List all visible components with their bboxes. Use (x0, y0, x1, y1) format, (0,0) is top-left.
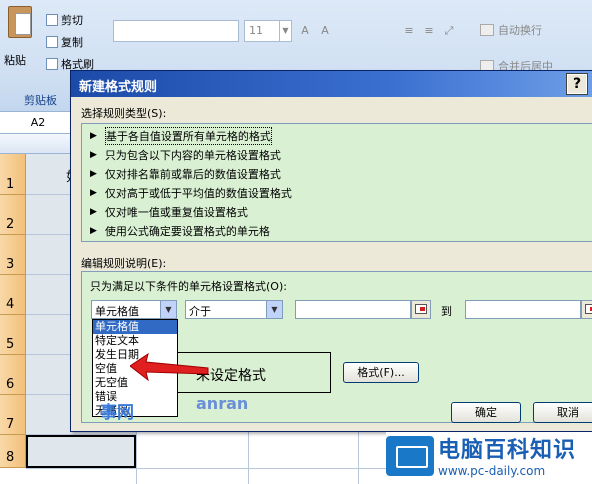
align-left-icon[interactable]: ≡ (400, 20, 418, 42)
grow-font-icon[interactable]: A (296, 20, 314, 42)
row-number: 7 (6, 417, 15, 432)
range-select-icon (415, 304, 427, 314)
brand-url: www.pc-daily.com (438, 464, 546, 478)
row-number: 8 (6, 450, 15, 465)
row-number: 4 (6, 297, 15, 312)
name-box[interactable]: A2 (0, 114, 76, 132)
row-header-8[interactable]: 8 (0, 435, 26, 468)
help-icon[interactable]: ? (566, 73, 588, 95)
rule-type-list[interactable]: ▶ 基于各自值设置所有单元格的格式 ▶ 只为包含以下内容的单元格设置格式 ▶ 仅… (81, 123, 592, 242)
brush-icon (46, 58, 58, 70)
triangle-right-icon: ▶ (90, 149, 97, 160)
triangle-right-icon: ▶ (90, 168, 97, 179)
rule-type-text: 仅对高于或低于平均值的数值设置格式 (104, 186, 292, 200)
row-header-6[interactable]: 6 (0, 355, 26, 395)
chevron-down-icon[interactable]: ▼ (279, 21, 291, 41)
copy-icon (46, 36, 58, 48)
wrap-text-label: 自动换行 (498, 24, 542, 37)
chevron-down-icon[interactable]: ▼ (160, 301, 176, 318)
rule-type-text: 只为包含以下内容的单元格设置格式 (104, 148, 281, 162)
format-button[interactable]: 格式(F)... (343, 362, 419, 383)
operator-value: 介于 (189, 305, 211, 318)
scissors-icon (46, 14, 58, 26)
font-name-box[interactable] (113, 20, 239, 42)
watermark-text: 事网 (100, 403, 134, 423)
align-center-icon[interactable]: ≡ (420, 20, 438, 42)
only-format-label: 只为满足以下条件的单元格设置格式(O): (90, 280, 287, 293)
row-number: 6 (6, 377, 15, 392)
row-header-4[interactable]: 4 (0, 275, 26, 315)
dropdown-option[interactable]: 特定文本 (93, 334, 177, 348)
range-picker-button[interactable] (581, 300, 592, 319)
shrink-font-icon[interactable]: A (316, 20, 334, 42)
row-number: 1 (6, 177, 15, 192)
row-header-2[interactable]: 2 (0, 195, 26, 235)
watermark-text: anran (196, 394, 249, 413)
wrap-text-icon (480, 24, 494, 36)
operator-combo[interactable]: 介于 ▼ (185, 300, 283, 319)
arrow-shape (130, 352, 209, 382)
clipboard-group-label: 剪贴板 (24, 94, 57, 107)
font-size-value: 11 (249, 24, 263, 37)
range-select-icon (585, 304, 592, 314)
rule-type-item[interactable]: ▶ 使用公式确定要设置格式的单元格 (90, 221, 270, 240)
rule-type-text: 使用公式确定要设置格式的单元格 (104, 224, 270, 238)
wrap-text-button[interactable]: 自动换行 (480, 22, 542, 38)
rule-type-item[interactable]: ▶ 仅对唯一值或重复值设置格式 (90, 202, 248, 221)
cell-a8[interactable] (26, 435, 136, 468)
brand-title: 电脑百科知识 (438, 438, 577, 463)
rule-type-item[interactable]: ▶ 只为包含以下内容的单元格设置格式 (90, 145, 281, 164)
rule-type-item[interactable]: ▶ 仅对排名靠前或靠后的数值设置格式 (90, 164, 281, 183)
cancel-button[interactable]: 取消 (533, 402, 592, 423)
row-header-1[interactable]: 1 (0, 154, 26, 195)
triangle-right-icon: ▶ (90, 225, 97, 236)
triangle-right-icon: ▶ (90, 130, 97, 141)
copy-label: 复制 (61, 36, 83, 49)
triangle-right-icon: ▶ (90, 187, 97, 198)
rule-type-text: 仅对排名靠前或靠后的数值设置格式 (104, 167, 281, 181)
cut-button[interactable]: 剪切 (46, 12, 83, 28)
monitor-logo-icon (386, 436, 434, 476)
to-label: 到 (441, 305, 452, 318)
chevron-down-icon[interactable]: ▼ (266, 301, 282, 318)
paste-label: 粘贴 (4, 54, 26, 67)
clipboard-icon (8, 6, 32, 38)
rule-type-text: 基于各自值设置所有单元格的格式 (104, 126, 272, 145)
dialog-title-bar: 新建格式规则 ? (71, 71, 592, 97)
ok-button[interactable]: 确定 (451, 402, 521, 423)
row-header-5[interactable]: 5 (0, 315, 26, 355)
rule-type-label: 选择规则类型(S): (81, 107, 167, 120)
red-arrow-icon (130, 352, 209, 382)
condition-type-value: 单元格值 (95, 305, 139, 318)
triangle-right-icon: ▶ (90, 206, 97, 217)
max-value-input[interactable] (465, 300, 581, 319)
row-header-3[interactable]: 3 (0, 235, 26, 275)
edit-description-label: 编辑规则说明(E): (81, 257, 167, 270)
range-picker-button[interactable] (411, 300, 431, 319)
row-number: 3 (6, 257, 15, 272)
min-value-input[interactable] (295, 300, 411, 319)
brand-watermark: 电脑百科知识 www.pc-daily.com (386, 432, 592, 484)
dialog-title: 新建格式规则 (79, 80, 158, 95)
font-size-box[interactable]: 11 ▼ (244, 20, 292, 42)
row-header-7[interactable]: 7 (0, 395, 26, 435)
paste-button[interactable]: 粘贴 (2, 4, 38, 68)
rule-type-text: 仅对唯一值或重复值设置格式 (104, 205, 248, 219)
cut-label: 剪切 (61, 14, 83, 27)
condition-type-combo[interactable]: 单元格值 ▼ (91, 300, 177, 319)
row-number: 5 (6, 337, 15, 352)
orientation-icon[interactable]: ⤢ (440, 20, 458, 42)
rule-type-item[interactable]: ▶ 仅对高于或低于平均值的数值设置格式 (90, 183, 292, 202)
dropdown-option[interactable]: 单元格值 (93, 320, 177, 334)
rule-type-item[interactable]: ▶ 基于各自值设置所有单元格的格式 (90, 126, 272, 145)
row-number: 2 (6, 217, 15, 232)
copy-button[interactable]: 复制 (46, 34, 83, 50)
